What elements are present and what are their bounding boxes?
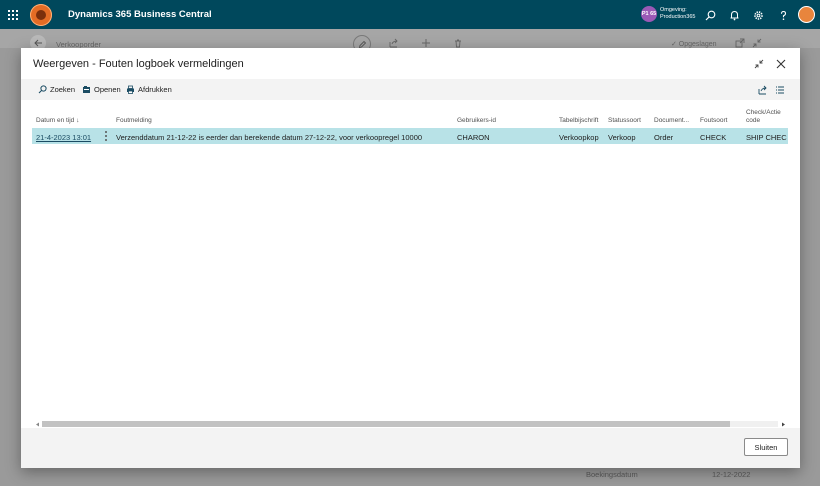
posting-date-label: Boekingsdatum bbox=[586, 470, 638, 479]
error-log-dialog: Weergeven - Fouten logboek vermeldingen … bbox=[21, 48, 800, 468]
open-icon bbox=[81, 84, 91, 94]
avatar[interactable] bbox=[798, 6, 815, 23]
row-actions-icon[interactable] bbox=[104, 131, 108, 141]
search-button[interactable]: Zoeken bbox=[37, 84, 75, 94]
search-icon bbox=[37, 84, 47, 94]
close-button[interactable]: Sluiten bbox=[744, 438, 788, 456]
column-header-error-type[interactable]: Foutsoort bbox=[700, 117, 727, 125]
column-header-status-type[interactable]: Statussoort bbox=[608, 117, 641, 125]
column-header-message[interactable]: Foutmelding bbox=[116, 117, 152, 125]
environment-label: Omgeving: bbox=[660, 7, 687, 13]
collapse-icon[interactable] bbox=[752, 57, 766, 71]
row-error-type: CHECK bbox=[700, 133, 727, 142]
row-status-type: Verkoop bbox=[608, 133, 636, 142]
row-message: Verzenddatum 21-12-22 is eerder dan bere… bbox=[116, 133, 423, 142]
scroll-right-icon[interactable] bbox=[780, 421, 786, 427]
column-header-user[interactable]: Gebruikers-id bbox=[457, 117, 496, 125]
share-icon[interactable] bbox=[757, 84, 768, 95]
list-view-icon[interactable] bbox=[774, 84, 785, 95]
print-icon bbox=[125, 84, 135, 94]
scroll-left-icon[interactable] bbox=[34, 421, 40, 427]
close-icon[interactable] bbox=[774, 57, 788, 71]
row-document: Order bbox=[654, 133, 674, 142]
row-check-action: SHIP CHECK bbox=[746, 133, 787, 142]
search-icon[interactable] bbox=[703, 8, 717, 22]
app-logo[interactable] bbox=[30, 3, 52, 26]
top-bar: Dynamics 365 Business Central bbox=[0, 0, 820, 29]
environment-indicator[interactable]: P1 65 Omgeving: Production365 bbox=[641, 6, 695, 22]
row-user: CHARON bbox=[457, 133, 490, 142]
gear-icon[interactable] bbox=[751, 8, 765, 22]
action-bar: Zoeken Openen Afdrukken bbox=[21, 79, 800, 100]
dialog-title: Weergeven - Fouten logboek vermeldingen bbox=[33, 58, 244, 70]
open-button[interactable]: Openen bbox=[81, 84, 121, 94]
column-header-table[interactable]: Tabelbijschrift bbox=[559, 117, 598, 125]
app-title[interactable]: Dynamics 365 Business Central bbox=[68, 9, 212, 20]
column-header-document[interactable]: Document... bbox=[654, 117, 689, 125]
column-header-check-action[interactable]: Check/Actie code bbox=[746, 109, 781, 125]
row-datetime-link[interactable]: 21-4-2023 13:01 bbox=[36, 133, 91, 142]
column-header-datetime[interactable]: Datum en tijd ↓ bbox=[36, 117, 79, 125]
posting-date-value: 12-12-2022 bbox=[712, 470, 751, 479]
help-icon[interactable] bbox=[776, 8, 790, 22]
horizontal-scrollbar[interactable] bbox=[32, 420, 788, 428]
scrollbar-thumb[interactable] bbox=[42, 421, 730, 427]
environment-name: Production365 bbox=[660, 14, 696, 20]
environment-badge: P1 65 bbox=[641, 6, 657, 22]
waffle-icon[interactable] bbox=[0, 0, 26, 29]
saved-status: ✓ Opgeslagen bbox=[671, 41, 717, 48]
row-table: Verkoopkop bbox=[559, 133, 599, 142]
print-button[interactable]: Afdrukken bbox=[125, 84, 172, 94]
bell-icon[interactable] bbox=[727, 8, 741, 22]
dialog-footer: Sluiten bbox=[21, 428, 800, 468]
